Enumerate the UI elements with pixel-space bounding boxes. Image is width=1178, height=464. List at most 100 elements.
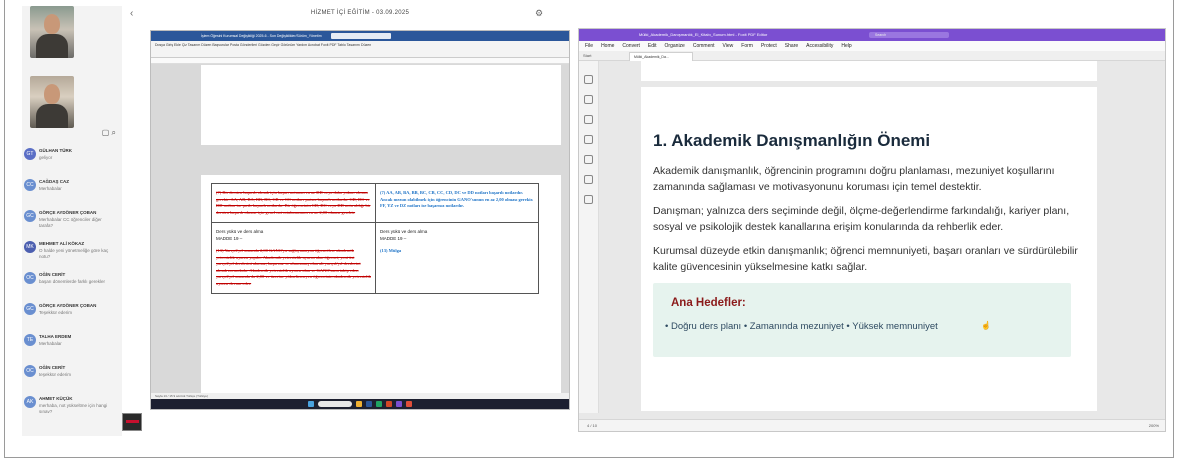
message-text: O halde yeni yönetmeliğe göre kaç notu? xyxy=(39,248,109,259)
layers-icon[interactable] xyxy=(584,115,593,124)
teams-icon[interactable] xyxy=(396,401,402,407)
message-author: OĞİN CERİT xyxy=(39,272,66,277)
bookmark-icon[interactable] xyxy=(584,75,593,84)
menu-item-view[interactable]: View xyxy=(723,41,734,51)
pdf-window-title: Mülki_Akademik_Danışmanlık_El_Kitabı_Sun… xyxy=(639,32,768,37)
menu-item-file[interactable]: File xyxy=(585,41,593,51)
avatar: GC xyxy=(24,303,36,315)
goals-title: Ana Hedefler: xyxy=(671,297,746,309)
comparison-table: (7) Bir dersten başarılı olmak için başa… xyxy=(211,183,539,294)
pdf-tab-bar: Start Mülki_Akademik_Da... xyxy=(579,51,1165,61)
previous-page-edge xyxy=(641,61,1097,81)
menu-item-organize[interactable]: Organize xyxy=(665,41,685,51)
menu-item-help[interactable]: Help xyxy=(841,41,851,51)
pdf-editor-window: Mülki_Akademik_Danışmanlık_El_Kitabı_Sun… xyxy=(578,28,1166,432)
taskbar-search[interactable] xyxy=(318,401,352,407)
pdf-search-input[interactable]: Search xyxy=(869,32,949,38)
avatar: OC xyxy=(24,365,36,377)
message-author: MEHMET ALİ KÖKAZ xyxy=(39,241,85,246)
menu-item-protect[interactable]: Protect xyxy=(761,41,777,51)
avatar: GT xyxy=(24,148,36,160)
participant-video-2[interactable] xyxy=(30,76,74,128)
table-cell-new[interactable]: (7) AA, AB, BA, BB, BC, CB, CC, CD, DC v… xyxy=(375,184,538,222)
collapse-chevron-icon[interactable]: ‹ xyxy=(130,8,133,19)
zoom-level[interactable]: 200% xyxy=(1149,420,1159,431)
message-text: Teşekkür ederim xyxy=(39,310,73,315)
pdf-side-toolbar xyxy=(579,61,599,413)
table-cell-old[interactable]: (7) Bir dersten başarılı olmak için başa… xyxy=(212,184,375,222)
table-row: (7) Bir dersten başarılı olmak için başa… xyxy=(212,184,538,223)
avatar: MK xyxy=(24,241,36,253)
word-search-input[interactable] xyxy=(331,33,391,39)
paragraph-2: Danışman; yalnızca ders seçiminde değil,… xyxy=(653,205,1070,233)
self-view-thumbnail[interactable] xyxy=(122,413,142,431)
pdf-status-bar: 4 / 10 200% xyxy=(579,419,1165,431)
pdf-page[interactable]: 1. Akademik Danışmanlığın Önemi Akademik… xyxy=(641,87,1097,411)
cell-article: MADDE 19 – xyxy=(216,235,243,241)
tab-document[interactable]: Mülki_Akademik_Da... xyxy=(629,52,693,61)
message-author: TALHA ERDEM xyxy=(39,334,72,339)
search-panel-icon[interactable] xyxy=(584,195,593,204)
explorer-icon[interactable] xyxy=(356,401,362,407)
signature-icon[interactable] xyxy=(584,175,593,184)
cell-body: (13) Mülga xyxy=(380,248,402,253)
menu-item-form[interactable]: Form xyxy=(741,41,753,51)
chat-tools-icon[interactable]: ▢ ⌕ xyxy=(102,128,116,138)
paragraph-3: Kurumsal düzeyde etkin danışmanlık; öğre… xyxy=(653,245,1078,273)
attachments-icon[interactable] xyxy=(584,155,593,164)
word-page[interactable]: (7) Bir dersten başarılı olmak için başa… xyxy=(201,65,561,401)
powerpoint-icon[interactable] xyxy=(386,401,392,407)
cell-body: (13) Yarıyıl/yıl sonunda 2,00 GANO'yu sa… xyxy=(216,248,371,286)
word-menu-bar[interactable]: Dosya Giriş Ekle Çiz Tasarım Düzen Başvu… xyxy=(151,41,569,50)
participant-video-1[interactable] xyxy=(30,6,74,58)
message-author: AHMET KÜÇÜK xyxy=(39,396,73,401)
settings-icon[interactable]: ⚙ xyxy=(535,8,543,19)
menu-item-comment[interactable]: Comment xyxy=(693,41,715,51)
start-icon[interactable] xyxy=(308,401,314,407)
section-heading: 1. Akademik Danışmanlığın Önemi xyxy=(653,131,931,150)
cell-article: MADDE 19 – xyxy=(380,235,407,241)
message-author: OĞİN CERİT xyxy=(39,365,66,370)
message-author: GÖRÇE AYDÖNER ÇOBAN xyxy=(39,210,97,215)
windows-taskbar xyxy=(151,399,569,409)
avatar: OC xyxy=(24,272,36,284)
paragraph-1: Akademik danışmanlık, öğrencinin program… xyxy=(653,165,1055,193)
message-text: Merhabalar xyxy=(39,341,62,346)
message-author: CAĞDAŞ CAZ xyxy=(39,179,69,184)
avatar: AK xyxy=(24,396,36,408)
avatar: TE xyxy=(24,334,36,346)
table-row: Ders yükü ve ders alma MADDE 19 – (13) Y… xyxy=(212,223,538,293)
share-title: HİZMET İÇİ EĞİTİM - 03.09.2025 xyxy=(310,10,410,16)
pdf-icon[interactable] xyxy=(406,401,412,407)
message-text: merhaba, not yükseltme için hangi sınav? xyxy=(39,403,108,414)
excel-icon[interactable] xyxy=(376,401,382,407)
word-icon[interactable] xyxy=(366,401,372,407)
message-text: başarı dönemlerde farklı gerekler xyxy=(39,279,106,284)
avatar: GC xyxy=(24,210,36,222)
menu-item-convert[interactable]: Convert xyxy=(622,41,640,51)
word-ribbon[interactable] xyxy=(151,50,569,58)
page-break xyxy=(201,145,561,175)
meeting-chat-panel: ▢ ⌕ GT GÜLHAN TÜRK geliyor CC CAĞDAŞ CAZ Merh… xyxy=(22,6,122,436)
hand-cursor-icon: ☝ xyxy=(981,321,991,330)
menu-item-edit[interactable]: Edit xyxy=(648,41,657,51)
tab-start[interactable]: Start xyxy=(583,53,591,58)
page-indicator[interactable]: 4 / 10 xyxy=(587,423,597,428)
message-text: Merhabalar CC öğrenciler diğer tarafa? xyxy=(39,217,102,228)
message-text: teşekkür ederim xyxy=(39,372,72,377)
avatar: CC xyxy=(24,179,36,191)
word-ruler xyxy=(151,58,569,64)
pdf-menu-bar: File Home Convert Edit Organize Comment View Fo… xyxy=(579,41,1165,51)
table-cell-new[interactable]: Ders yükü ve ders alma MADDE 19 – (13) M… xyxy=(375,223,538,293)
message-text: Merhabalar xyxy=(39,186,62,191)
menu-item-accessibility[interactable]: Accessibility xyxy=(806,41,833,51)
goals-list: • Doğru ders planı • Zamanında mezuniyet… xyxy=(665,321,938,332)
pdf-title-bar: Mülki_Akademik_Danışmanlık_El_Kitabı_Sun… xyxy=(579,29,1165,41)
message-author: GÖRÇE AYDÖNER ÇOBAN xyxy=(39,303,97,308)
table-cell-old[interactable]: Ders yükü ve ders alma MADDE 19 – (13) Y… xyxy=(212,223,375,293)
menu-item-share[interactable]: Share xyxy=(785,41,798,51)
menu-item-home[interactable]: Home xyxy=(601,41,614,51)
pages-icon[interactable] xyxy=(584,95,593,104)
goals-box: Ana Hedefler: • Doğru ders planı • Zaman… xyxy=(653,283,1071,357)
comments-icon[interactable] xyxy=(584,135,593,144)
